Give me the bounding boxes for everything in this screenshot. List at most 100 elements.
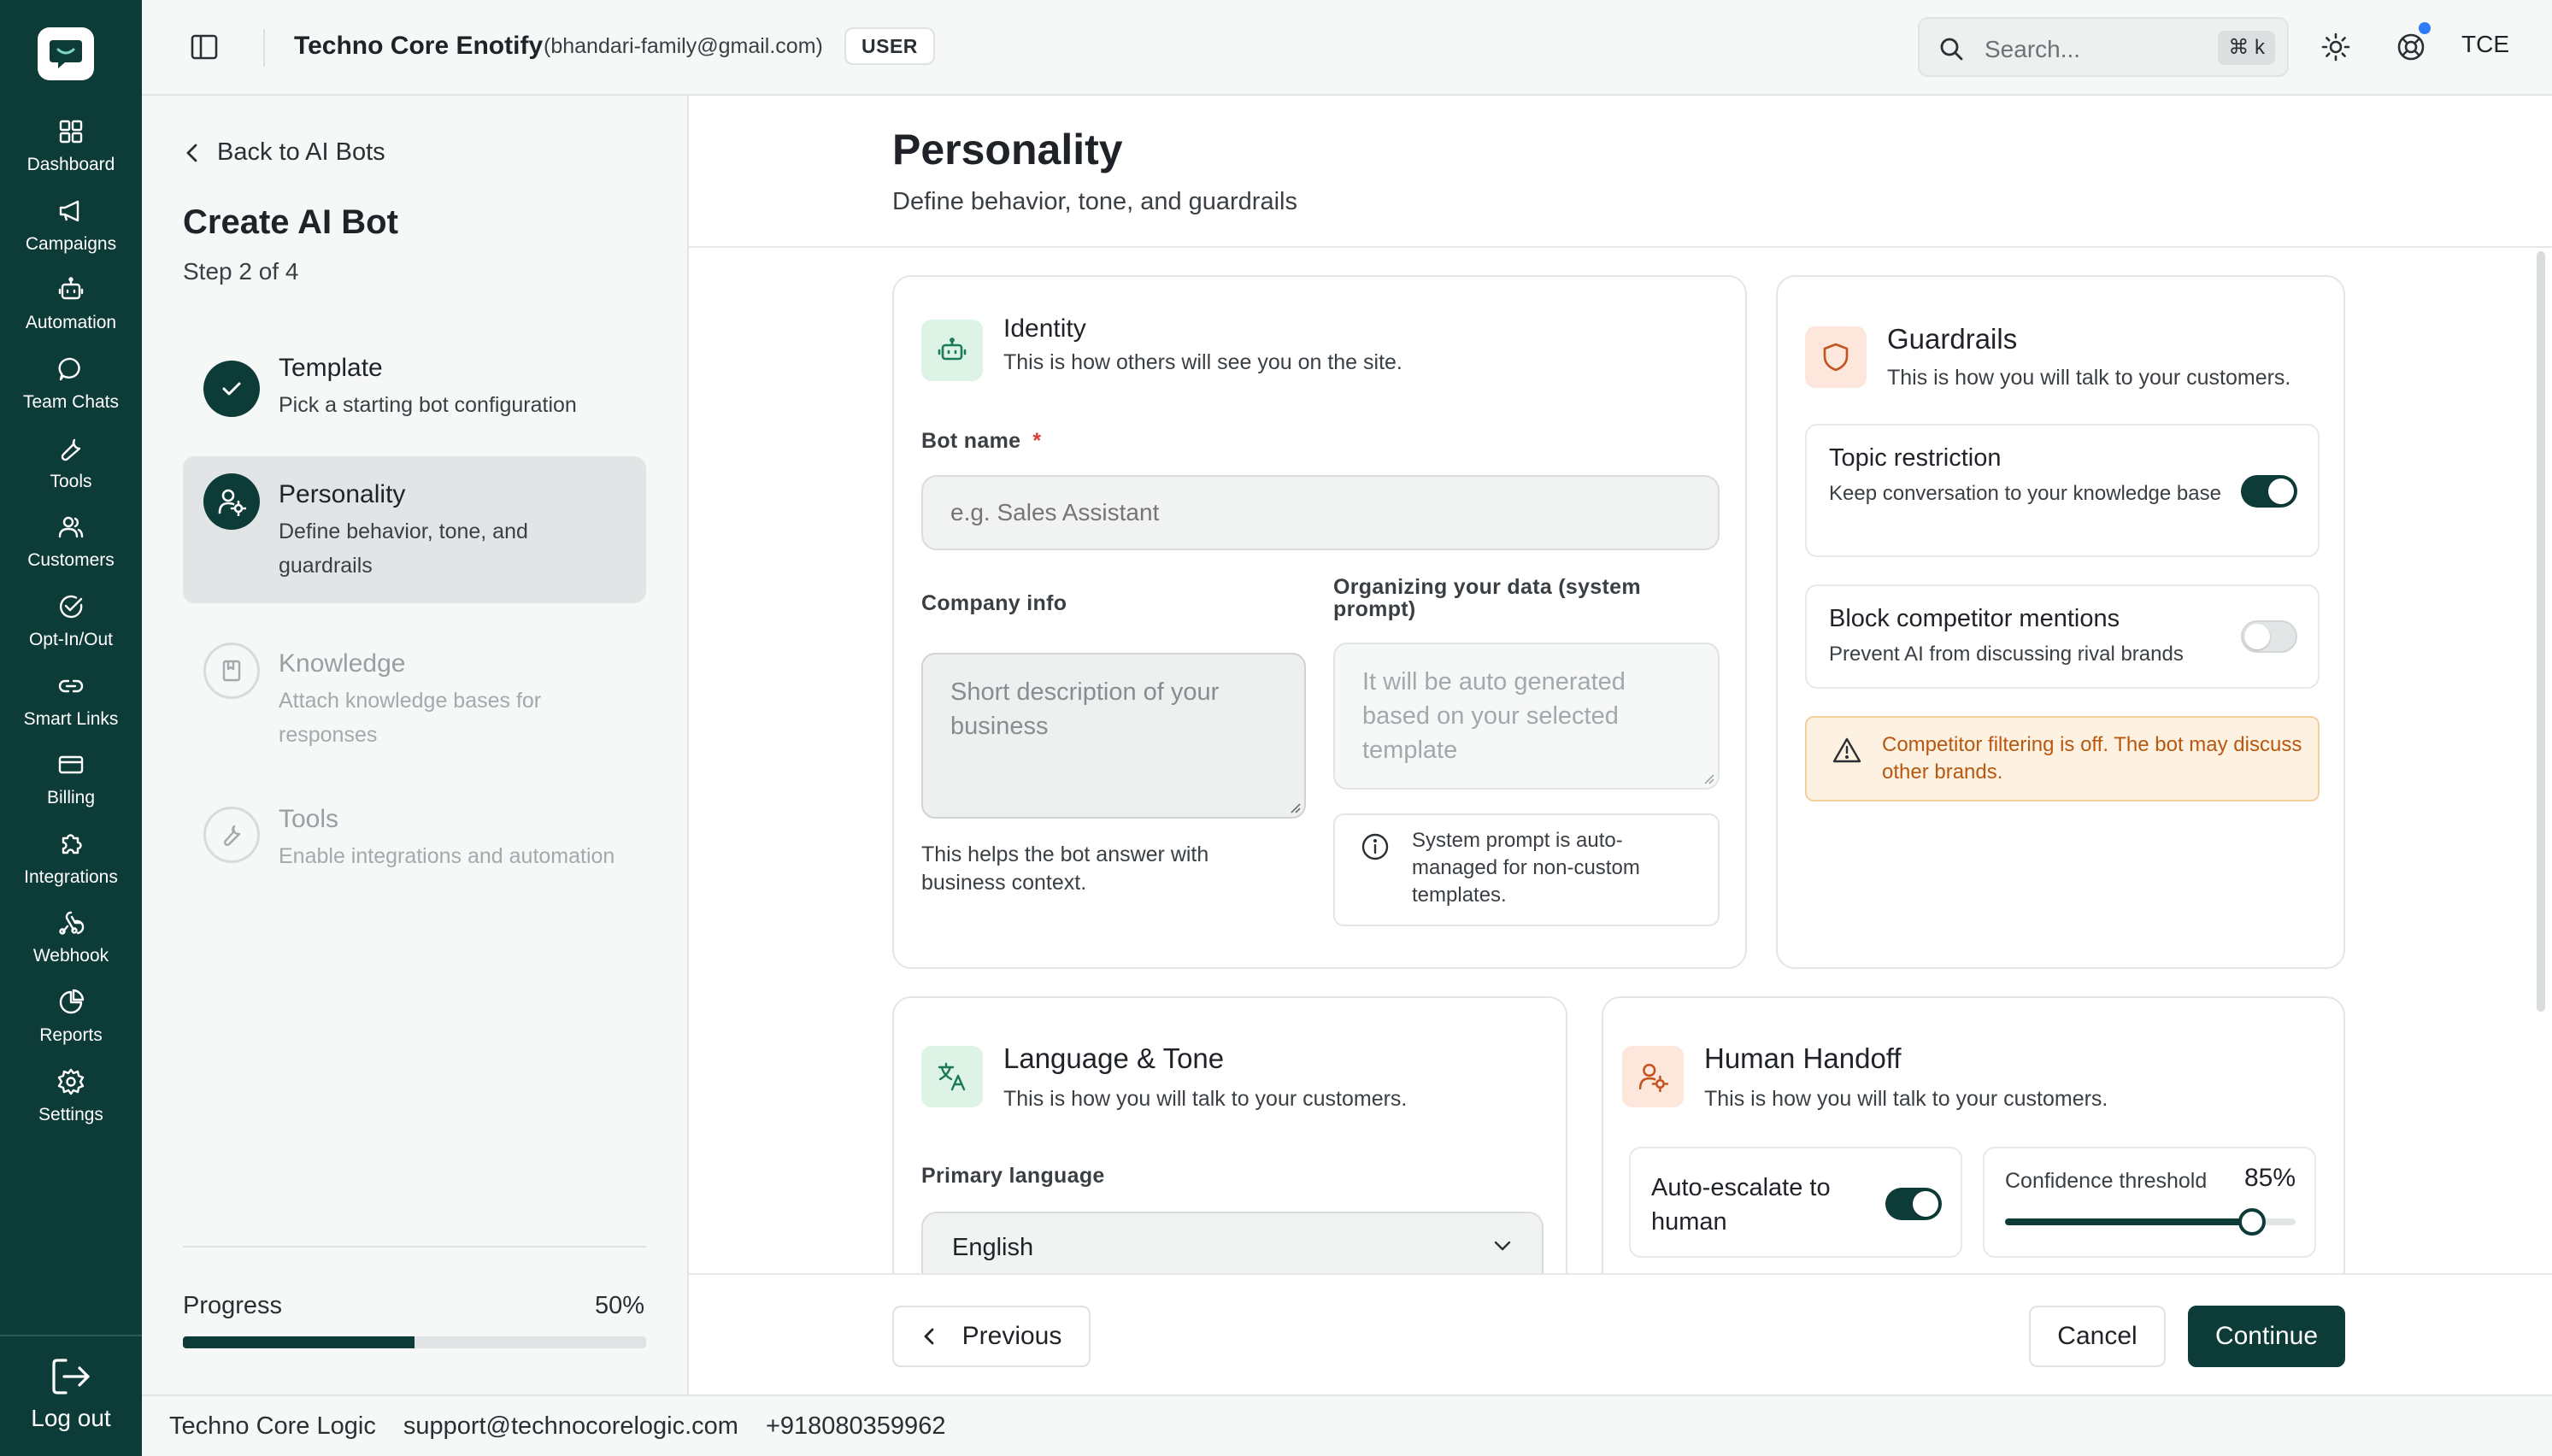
nav-billing[interactable]: Billing: [0, 746, 142, 819]
progress-bar: [183, 1336, 646, 1348]
wrench-icon: [223, 825, 241, 847]
company-info-textarea[interactable]: Short description of your business: [921, 653, 1306, 819]
identity-card-icon: [921, 320, 983, 381]
scrollbar[interactable]: [2537, 251, 2545, 1012]
page-subtitle: Define behavior, tone, and guardrails: [892, 188, 1297, 215]
step-status-upcoming: [203, 807, 260, 863]
warning-icon: [1832, 737, 1861, 763]
nav-label: Team Chats: [22, 392, 120, 412]
step-status-upcoming: [203, 643, 260, 699]
warning-text: Competitor filtering is off. The bot may…: [1882, 733, 2302, 784]
confidence-slider[interactable]: [2005, 1208, 2296, 1236]
toggle-knob: [2244, 624, 2270, 649]
bot-icon: [938, 338, 967, 361]
confidence-threshold-label: Confidence threshold: [2005, 1169, 2208, 1193]
chevron-left-icon: [186, 144, 197, 161]
nav-team-chats[interactable]: Team Chats: [0, 350, 142, 424]
info-icon: [1361, 833, 1389, 860]
logout-icon: [52, 1359, 90, 1394]
cancel-button[interactable]: Cancel: [2029, 1306, 2166, 1367]
step-status-done: [203, 361, 260, 417]
language-tone-title: Language & Tone: [1003, 1042, 1225, 1074]
nav-settings[interactable]: Settings: [0, 1063, 142, 1136]
resize-handle-icon[interactable]: [1701, 771, 1714, 784]
continue-button[interactable]: Continue: [2188, 1306, 2345, 1367]
topbar-divider: [263, 29, 265, 67]
nav-webhook[interactable]: Webhook: [0, 904, 142, 978]
progress-label: Progress: [183, 1292, 283, 1319]
primary-language-value: English: [952, 1234, 1034, 1261]
previous-label: Previous: [961, 1322, 1062, 1350]
identity-title: Identity: [1003, 314, 1086, 343]
dashboard-icon: [59, 120, 83, 144]
toggle-knob: [2268, 478, 2294, 504]
step-description: Define behavior, tone, and guardrails: [279, 520, 528, 578]
language-tone-card-icon: [921, 1046, 983, 1107]
topic-restriction-toggle[interactable]: [2241, 475, 2297, 508]
avatar[interactable]: TCE: [2461, 31, 2509, 58]
logout-label: Log out: [31, 1405, 111, 1431]
company-info-placeholder: Short description of your business: [950, 678, 1220, 740]
nav-tools[interactable]: Tools: [0, 430, 142, 503]
nav-dashboard[interactable]: Dashboard: [0, 113, 142, 186]
system-prompt-label: Organizing your data (system prompt): [1333, 575, 1641, 621]
topic-restriction-option[interactable]: Topic restriction Keep conversation to y…: [1805, 424, 2320, 557]
wizard-step-template[interactable]: Template Pick a starting bot configurati…: [183, 332, 646, 443]
step-title: Tools: [279, 805, 339, 833]
option-title: Block competitor mentions: [1829, 605, 2120, 632]
gear-icon: [57, 1068, 85, 1095]
progress-value: 50%: [594, 1292, 644, 1319]
sidebar-toggle-icon: [191, 34, 218, 60]
back-to-ai-bots-link[interactable]: Back to AI Bots: [183, 138, 385, 167]
block-competitor-option[interactable]: Block competitor mentions Prevent AI fro…: [1805, 584, 2320, 689]
resize-handle-icon[interactable]: [1287, 800, 1301, 813]
auto-escalate-option[interactable]: Auto-escalate to human: [1629, 1147, 1962, 1258]
slider-fill: [2005, 1218, 2252, 1225]
chat-icon: [58, 357, 80, 381]
human-handoff-card-icon: [1622, 1046, 1684, 1107]
role-badge: USER: [844, 27, 935, 65]
nav-automation[interactable]: Automation: [0, 271, 142, 344]
theme-toggle-button[interactable]: [2316, 27, 2355, 67]
help-button[interactable]: [2391, 22, 2431, 67]
wizard-step-tools[interactable]: Tools Enable integrations and automation: [183, 779, 646, 890]
bot-name-input[interactable]: [921, 475, 1720, 550]
bot-name-label: Bot name *: [921, 429, 1041, 454]
sidebar-toggle-button[interactable]: [190, 32, 219, 62]
company-info-helper: This helps the bot answer with business …: [921, 842, 1209, 895]
block-competitor-toggle[interactable]: [2241, 620, 2297, 653]
shield-icon: [1823, 343, 1849, 372]
nav-reports[interactable]: Reports: [0, 983, 142, 1057]
nav-label: Customers: [27, 550, 115, 570]
nav-rail: Dashboard Campaigns Automation Team Chat…: [0, 0, 142, 1456]
nav-smart-links[interactable]: Smart Links: [0, 667, 142, 741]
wizard-step-knowledge[interactable]: Knowledge Attach knowledge bases for res…: [183, 615, 646, 769]
nav-campaigns[interactable]: Campaigns: [0, 192, 142, 266]
wizard-step-personality[interactable]: Personality Define behavior, tone, and g…: [183, 456, 646, 603]
previous-button[interactable]: Previous: [892, 1306, 1091, 1367]
nav-integrations[interactable]: Integrations: [0, 825, 142, 899]
logout-button[interactable]: Log out: [0, 1357, 142, 1451]
system-prompt-note-text: System prompt is auto-managed for non-cu…: [1412, 829, 1640, 907]
footer: Techno Core Logic support@technocorelogi…: [142, 1394, 2552, 1456]
guardrails-card-icon: [1805, 326, 1867, 388]
footer-phone[interactable]: +918080359962: [766, 1412, 945, 1441]
slider-thumb[interactable]: [2238, 1208, 2266, 1236]
rail-divider: [0, 1335, 142, 1336]
system-prompt-textarea[interactable]: It will be auto generated based on your …: [1333, 643, 1720, 790]
nav-label: Settings: [38, 1105, 103, 1124]
identity-subtitle: This is how others will see you on the s…: [1003, 350, 1402, 374]
app-logo[interactable]: [38, 27, 94, 80]
nav-customers[interactable]: Customers: [0, 508, 142, 582]
chevron-down-icon: [1494, 1241, 1511, 1251]
wrench-icon: [61, 438, 81, 461]
search-input[interactable]: Search... ⌘ k: [1918, 17, 2289, 77]
step-description: Attach knowledge bases for responses: [279, 689, 542, 747]
nav-label: Tools: [50, 472, 92, 491]
guardrails-subtitle: This is how you will talk to your custom…: [1887, 366, 2291, 390]
nav-opt-in-out[interactable]: Opt-In/Out: [0, 588, 142, 661]
back-label: Back to AI Bots: [217, 138, 385, 166]
auto-escalate-toggle[interactable]: [1885, 1188, 1942, 1220]
required-mark: *: [1032, 429, 1042, 453]
footer-email[interactable]: support@technocorelogic.com: [403, 1412, 738, 1441]
